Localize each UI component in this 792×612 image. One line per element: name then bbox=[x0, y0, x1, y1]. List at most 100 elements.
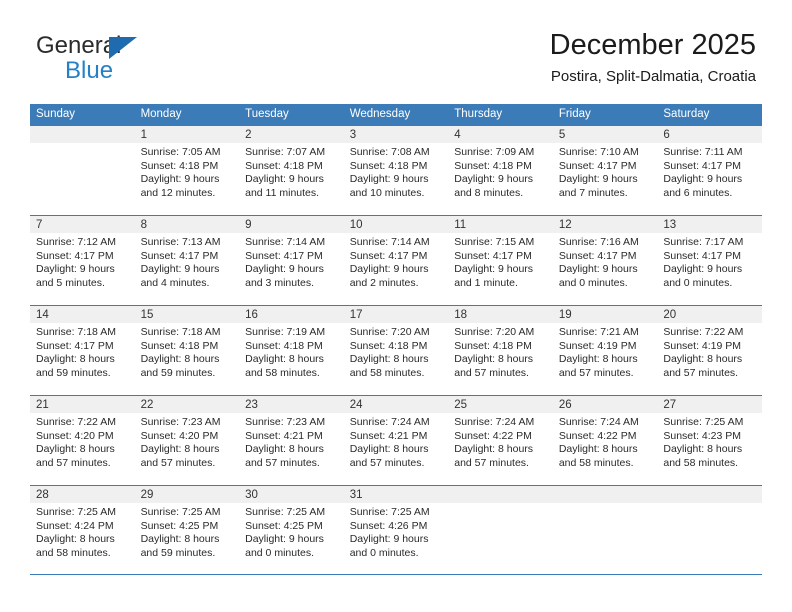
calendar-day-cell[interactable]: 13 Sunrise: 7:17 AM Sunset: 4:17 PM Dayligh… bbox=[657, 215, 762, 305]
calendar-cell-empty bbox=[552, 485, 658, 575]
calendar-day-cell[interactable]: 30 Sunrise: 7:25 AM Sunset: 4:25 PM Dayligh… bbox=[239, 485, 344, 575]
sunrise-text: Sunrise: 7:23 AM bbox=[245, 416, 326, 428]
calendar-day-cell[interactable]: 19 Sunrise: 7:21 AM Sunset: 4:19 PM Dayligh… bbox=[552, 305, 658, 395]
day-number: 1 bbox=[134, 126, 240, 143]
calendar-day-cell[interactable]: 24 Sunrise: 7:24 AM Sunset: 4:21 PM Dayligh… bbox=[343, 395, 449, 485]
sunset-text: Sunset: 4:25 PM bbox=[245, 519, 323, 532]
calendar-day-cell[interactable]: 27 Sunrise: 7:25 AM Sunset: 4:23 PM Dayligh… bbox=[657, 395, 762, 485]
sunset-text: Sunset: 4:18 PM bbox=[245, 339, 323, 352]
calendar-day-cell[interactable]: 23 Sunrise: 7:23 AM Sunset: 4:21 PM Dayligh… bbox=[239, 395, 344, 485]
daylight-text: Daylight: 8 hours bbox=[454, 353, 534, 366]
calendar-day-cell[interactable]: 22 Sunrise: 7:23 AM Sunset: 4:20 PM Dayligh… bbox=[134, 395, 240, 485]
sunset-text: Sunset: 4:20 PM bbox=[140, 429, 219, 442]
calendar-day-cell[interactable]: 7 Sunrise: 7:12 AM Sunset: 4:17 PM Daylight… bbox=[30, 215, 135, 305]
daylight-text-cont: and 58 minutes. bbox=[663, 456, 739, 469]
daylight-text-cont: and 57 minutes. bbox=[663, 366, 739, 379]
day-sun-info: Sunrise: 7:12 AM Sunset: 4:17 PM Daylight:… bbox=[30, 233, 135, 290]
daylight-text: Daylight: 8 hours bbox=[558, 353, 638, 366]
calendar-day-cell[interactable]: 8 Sunrise: 7:13 AM Sunset: 4:17 PM Daylight… bbox=[134, 215, 240, 305]
weekday-header-monday: Monday bbox=[134, 104, 240, 125]
calendar-day-cell[interactable]: 5 Sunrise: 7:10 AM Sunset: 4:17 PM Daylight… bbox=[552, 125, 658, 215]
day-number: 8 bbox=[134, 216, 240, 233]
daylight-text: Daylight: 9 hours bbox=[349, 263, 429, 276]
calendar-day-cell[interactable]: 26 Sunrise: 7:24 AM Sunset: 4:22 PM Dayligh… bbox=[552, 395, 658, 485]
calendar-day-cell[interactable]: 4 Sunrise: 7:09 AM Sunset: 4:18 PM Daylight… bbox=[448, 125, 553, 215]
day-sun-info: Sunrise: 7:23 AM Sunset: 4:21 PM Daylight:… bbox=[239, 413, 344, 470]
page-subtitle: Postira, Split-Dalmatia, Croatia bbox=[550, 68, 756, 85]
day-sun-info: Sunrise: 7:16 AM Sunset: 4:17 PM Daylight:… bbox=[553, 233, 658, 290]
day-number: 10 bbox=[343, 216, 449, 233]
calendar-day-cell[interactable]: 15 Sunrise: 7:18 AM Sunset: 4:18 PM Dayligh… bbox=[134, 305, 240, 395]
calendar-day-cell[interactable]: 25 Sunrise: 7:24 AM Sunset: 4:22 PM Dayligh… bbox=[448, 395, 553, 485]
calendar-week-row: 7 Sunrise: 7:12 AM Sunset: 4:17 PM Daylight… bbox=[30, 215, 762, 305]
calendar-day-cell[interactable]: 21 Sunrise: 7:22 AM Sunset: 4:20 PM Dayligh… bbox=[30, 395, 135, 485]
calendar-day-cell[interactable]: 16 Sunrise: 7:19 AM Sunset: 4:18 PM Dayligh… bbox=[239, 305, 344, 395]
calendar-day-cell[interactable]: 14 Sunrise: 7:18 AM Sunset: 4:17 PM Dayligh… bbox=[30, 305, 135, 395]
daylight-text-cont: and 12 minutes. bbox=[140, 186, 216, 199]
day-sun-info: Sunrise: 7:10 AM Sunset: 4:17 PM Daylight:… bbox=[553, 143, 658, 200]
day-number: 9 bbox=[239, 216, 344, 233]
day-sun-info: Sunrise: 7:14 AM Sunset: 4:17 PM Daylight:… bbox=[239, 233, 344, 290]
daylight-text: Daylight: 9 hours bbox=[663, 173, 743, 186]
day-cell-inner: 25 Sunrise: 7:24 AM Sunset: 4:22 PM Dayligh… bbox=[448, 395, 553, 485]
daylight-text-cont: and 59 minutes. bbox=[36, 366, 111, 379]
sunset-text: Sunset: 4:17 PM bbox=[36, 249, 114, 262]
sunset-text: Sunset: 4:17 PM bbox=[36, 339, 114, 352]
day-cell-inner: 31 Sunrise: 7:25 AM Sunset: 4:26 PM Dayligh… bbox=[343, 485, 449, 575]
sunset-text: Sunset: 4:25 PM bbox=[140, 519, 219, 532]
weekday-header-wednesday: Wednesday bbox=[343, 104, 449, 125]
calendar-week-row: 21 Sunrise: 7:22 AM Sunset: 4:20 PM Dayligh… bbox=[30, 395, 762, 485]
calendar-day-cell[interactable]: 20 Sunrise: 7:22 AM Sunset: 4:19 PM Dayligh… bbox=[657, 305, 762, 395]
daylight-text-cont: and 0 minutes. bbox=[245, 546, 315, 559]
calendar-day-cell[interactable]: 1 Sunrise: 7:05 AM Sunset: 4:18 PM Daylight… bbox=[134, 125, 240, 215]
sunset-text: Sunset: 4:17 PM bbox=[558, 249, 637, 262]
daylight-text: Daylight: 8 hours bbox=[36, 533, 115, 546]
daylight-text: Daylight: 9 hours bbox=[140, 263, 220, 276]
day-sun-info: Sunrise: 7:24 AM Sunset: 4:22 PM Daylight:… bbox=[448, 413, 553, 470]
daylight-text-cont: and 0 minutes. bbox=[663, 276, 733, 289]
calendar-day-cell[interactable]: 28 Sunrise: 7:25 AM Sunset: 4:24 PM Dayligh… bbox=[30, 485, 135, 575]
day-cell-inner: 24 Sunrise: 7:24 AM Sunset: 4:21 PM Dayligh… bbox=[343, 395, 449, 485]
calendar-day-cell[interactable]: 17 Sunrise: 7:20 AM Sunset: 4:18 PM Dayligh… bbox=[343, 305, 449, 395]
calendar-day-cell[interactable]: 12 Sunrise: 7:16 AM Sunset: 4:17 PM Dayligh… bbox=[552, 215, 658, 305]
logo-general-blue[interactable]: General Blue bbox=[36, 32, 276, 92]
day-number: 2 bbox=[239, 126, 344, 143]
sunrise-text: Sunrise: 7:22 AM bbox=[663, 326, 744, 338]
sunrise-text: Sunrise: 7:11 AM bbox=[663, 146, 743, 158]
calendar-day-cell[interactable]: 10 Sunrise: 7:14 AM Sunset: 4:17 PM Dayligh… bbox=[343, 215, 449, 305]
day-number: 7 bbox=[30, 216, 135, 233]
sunset-text: Sunset: 4:18 PM bbox=[454, 159, 532, 172]
day-sun-info: Sunrise: 7:08 AM Sunset: 4:18 PM Daylight:… bbox=[344, 143, 449, 200]
daylight-text-cont: and 11 minutes. bbox=[245, 186, 320, 199]
calendar-day-cell[interactable]: 3 Sunrise: 7:08 AM Sunset: 4:18 PM Daylight… bbox=[343, 125, 449, 215]
calendar-day-cell[interactable]: 2 Sunrise: 7:07 AM Sunset: 4:18 PM Daylight… bbox=[239, 125, 344, 215]
calendar-day-cell[interactable]: 9 Sunrise: 7:14 AM Sunset: 4:17 PM Daylight… bbox=[239, 215, 344, 305]
daylight-text: Daylight: 9 hours bbox=[140, 173, 220, 186]
day-cell-inner: 23 Sunrise: 7:23 AM Sunset: 4:21 PM Dayligh… bbox=[239, 395, 344, 485]
day-number: 14 bbox=[30, 306, 135, 323]
day-cell-inner: 18 Sunrise: 7:20 AM Sunset: 4:18 PM Dayligh… bbox=[448, 305, 553, 395]
day-number: 19 bbox=[552, 306, 658, 323]
day-number: 31 bbox=[343, 486, 449, 503]
sunset-text: Sunset: 4:17 PM bbox=[454, 249, 532, 262]
day-number: 17 bbox=[343, 306, 449, 323]
day-sun-info: Sunrise: 7:09 AM Sunset: 4:18 PM Daylight:… bbox=[448, 143, 553, 200]
daylight-text: Daylight: 9 hours bbox=[663, 263, 743, 276]
day-sun-info: Sunrise: 7:05 AM Sunset: 4:18 PM Daylight:… bbox=[135, 143, 240, 200]
sunset-text: Sunset: 4:22 PM bbox=[454, 429, 532, 442]
sunset-text: Sunset: 4:19 PM bbox=[558, 339, 637, 352]
calendar-day-cell[interactable]: 18 Sunrise: 7:20 AM Sunset: 4:18 PM Dayligh… bbox=[448, 305, 553, 395]
calendar-day-cell[interactable]: 6 Sunrise: 7:11 AM Sunset: 4:17 PM Daylight… bbox=[657, 125, 762, 215]
calendar-day-cell[interactable]: 29 Sunrise: 7:25 AM Sunset: 4:25 PM Dayligh… bbox=[134, 485, 240, 575]
calendar-day-cell[interactable]: 11 Sunrise: 7:15 AM Sunset: 4:17 PM Dayligh… bbox=[448, 215, 553, 305]
day-sun-info: Sunrise: 7:22 AM Sunset: 4:19 PM Daylight:… bbox=[657, 323, 762, 380]
calendar-day-cell[interactable]: 31 Sunrise: 7:25 AM Sunset: 4:26 PM Dayligh… bbox=[343, 485, 449, 575]
daylight-text: Daylight: 8 hours bbox=[558, 443, 638, 456]
day-number: 25 bbox=[448, 396, 553, 413]
sunset-text: Sunset: 4:21 PM bbox=[349, 429, 428, 442]
day-cell-inner: 27 Sunrise: 7:25 AM Sunset: 4:23 PM Dayligh… bbox=[657, 395, 762, 485]
sunset-text: Sunset: 4:18 PM bbox=[349, 159, 428, 172]
sunrise-text: Sunrise: 7:18 AM bbox=[36, 326, 116, 338]
daylight-text: Daylight: 8 hours bbox=[663, 443, 743, 456]
day-number: 16 bbox=[239, 306, 344, 323]
